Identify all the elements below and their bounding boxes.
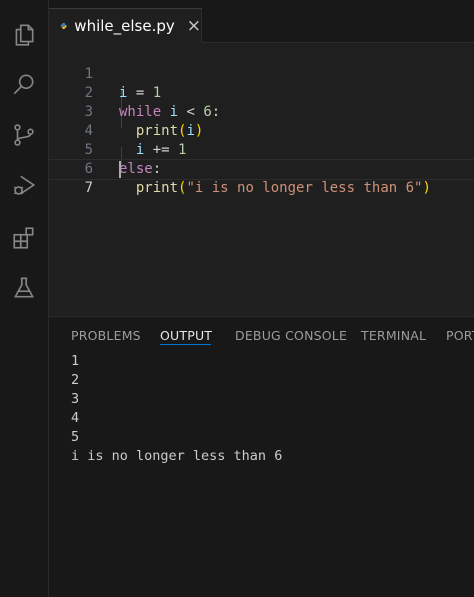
tab-while-else[interactable]: while_else.py × [49,8,202,43]
testing-button[interactable] [0,268,48,308]
bottom-panel: PROBLEMS OUTPUT DEBUG CONSOLE TERMINAL P… [49,316,474,597]
tab-title: while_else.py [74,17,175,35]
files-icon [15,24,34,46]
output-line: 3 [71,391,80,407]
activity-bar [0,0,49,597]
tab-debug-console[interactable]: DEBUG CONSOLE [235,328,347,343]
code-line-5: 5 else: [49,122,474,177]
code-line-6: 6 print("i is no longer less than 6") [49,141,474,196]
token-function: print [135,180,179,196]
python-icon [60,22,67,30]
token-string: "i is no longer less than 6" [186,180,423,196]
line-number: 7 [84,180,93,196]
output-line: 4 [71,410,80,426]
code-line-1: 1 i = 1 [49,46,474,101]
testing-icon [13,277,35,298]
tab-ports[interactable]: PORT [446,328,474,343]
token-paren: ) [422,180,431,196]
vscode-window: while_else.py × 1 i = 1 2 while i < 6: 3… [0,0,474,597]
close-icon[interactable]: × [187,17,201,35]
text-cursor [119,161,121,178]
search-icon [13,74,34,95]
output-line: 5 [71,429,80,445]
extensions-icon [13,227,34,249]
code-line-4: 4 i += 1 [49,103,474,158]
run-debug-icon [13,175,36,195]
output-line: i is no longer less than 6 [71,448,283,464]
run-debug-button[interactable] [0,165,48,205]
output-line: 1 [71,353,80,369]
code-line-7: 7 [49,159,474,196]
tab-problems[interactable]: PROBLEMS [71,328,141,343]
source-control-icon [14,124,34,146]
search-button[interactable] [0,65,48,105]
extensions-button[interactable] [0,218,48,258]
tab-terminal[interactable]: TERMINAL [361,328,426,343]
editor-tab-bar: while_else.py × [49,0,474,43]
active-tab-indicator [160,344,211,345]
output-line: 2 [71,372,80,388]
code-line-3: 3 print(i) [49,84,474,139]
source-control-button[interactable] [0,115,48,155]
explorer-button[interactable] [0,15,48,55]
code-line-2: 2 while i < 6: [49,65,474,120]
tab-output[interactable]: OUTPUT [160,328,212,343]
code-editor[interactable]: 1 i = 1 2 while i < 6: 3 print(i) 4 i +=… [49,43,474,315]
